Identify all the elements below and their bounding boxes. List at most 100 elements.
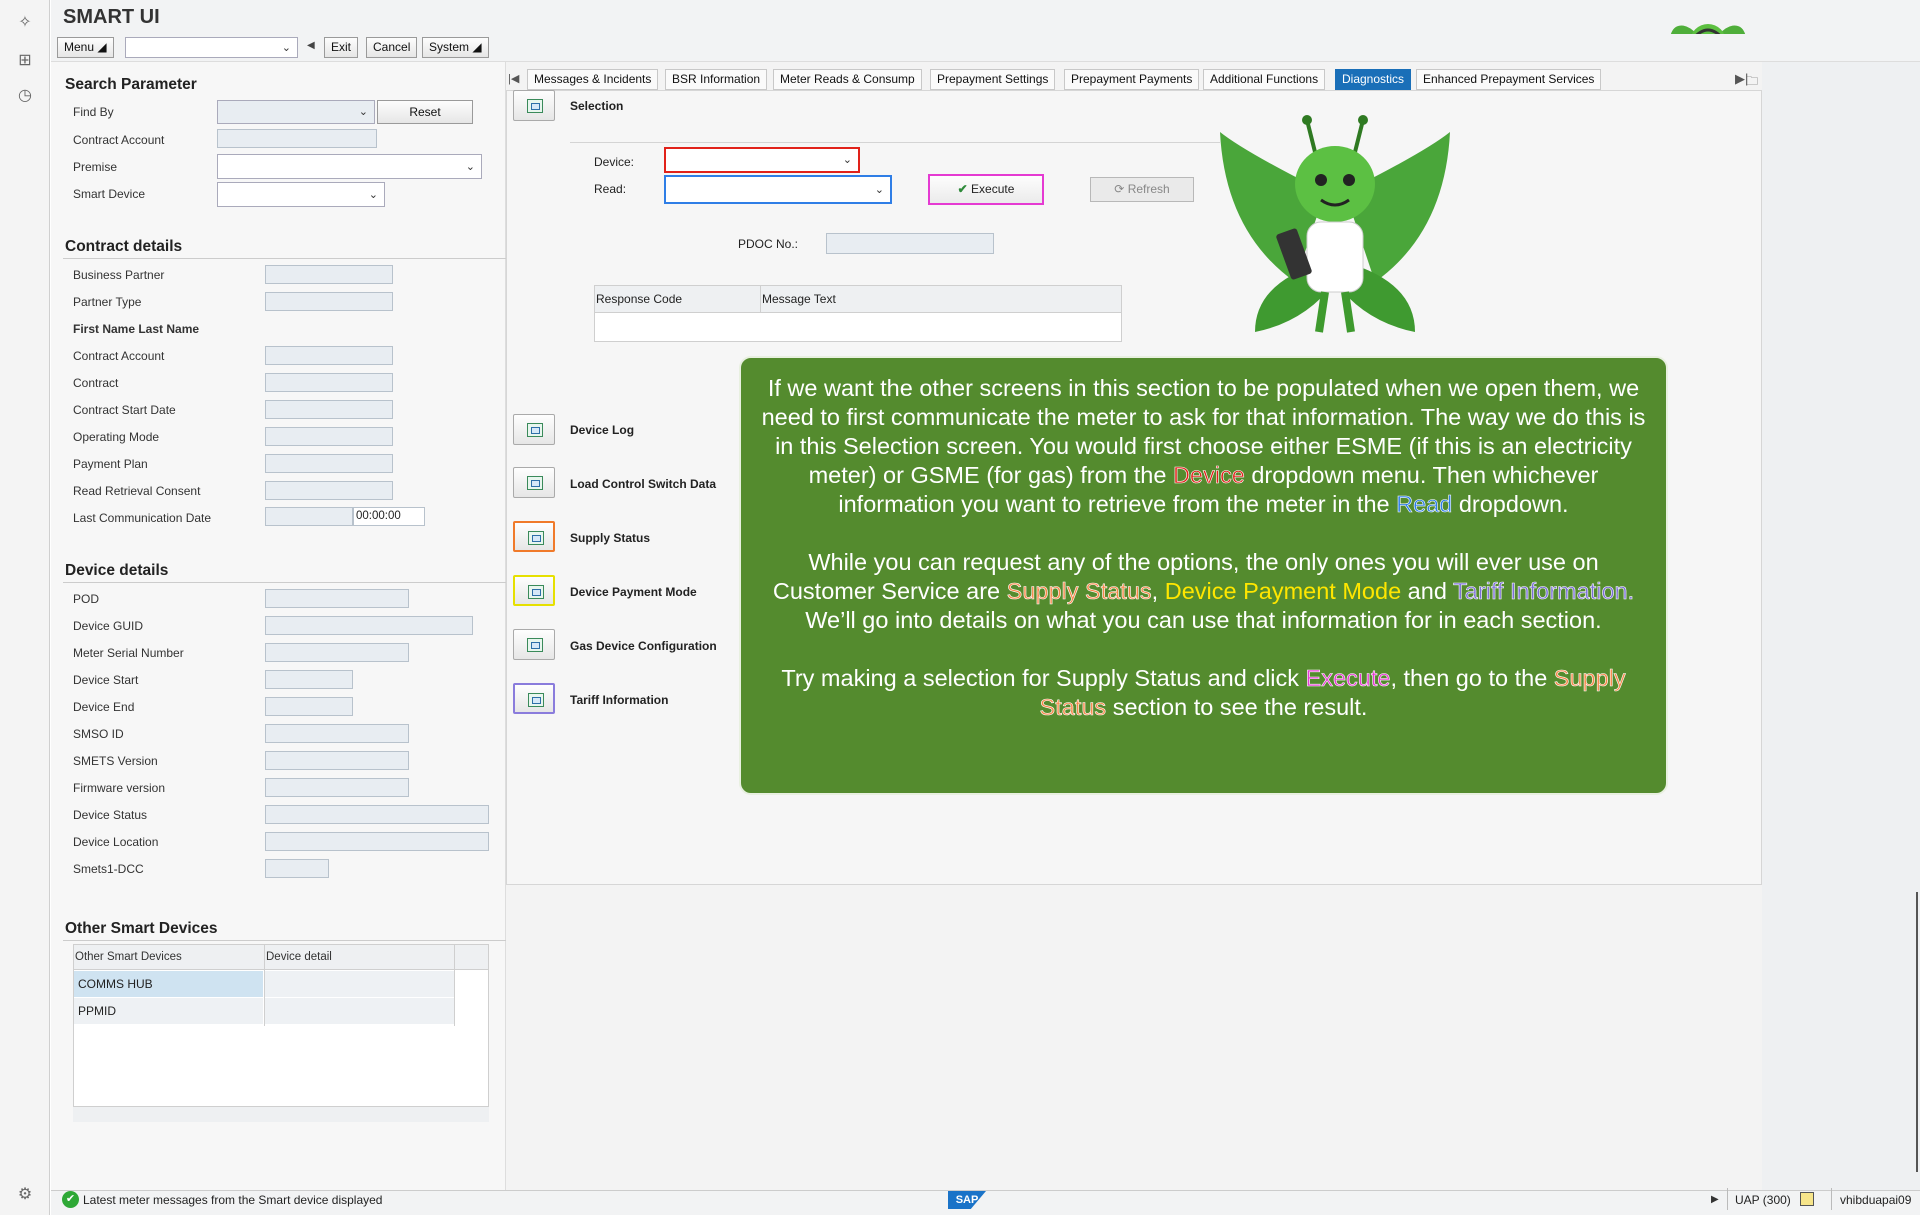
callout-paragraph-3: Try making a selection for Supply Status…: [755, 664, 1652, 722]
smart-device-select[interactable]: ⌄: [217, 182, 385, 207]
session-icon[interactable]: [1800, 1192, 1814, 1206]
device-location-field: [265, 832, 489, 851]
supply-status-label: Supply Status: [570, 531, 651, 545]
tab-diagnostics[interactable]: Diagnostics: [1335, 69, 1412, 90]
title-bar: [51, 0, 1920, 34]
settings-icon[interactable]: ⚙: [14, 1184, 36, 1206]
favorites-icon[interactable]: ✧: [14, 12, 36, 34]
divider: [63, 582, 506, 583]
chevron-down-icon: ⌄: [842, 153, 852, 166]
reset-button[interactable]: Reset: [377, 100, 473, 124]
user-id: vhibduapai09: [1840, 1193, 1912, 1207]
table-footer: [73, 1106, 489, 1122]
tariff-information-label: Tariff Information: [570, 693, 669, 707]
device-start-field: [265, 670, 353, 689]
contract-field: [265, 373, 393, 392]
callout-read-highlight: Read: [1396, 491, 1453, 518]
callout-text: We’ll go into details on what you can us…: [805, 607, 1602, 633]
last-comm-date-field: [265, 507, 353, 526]
mascot-image: [1220, 115, 1450, 333]
side-rail: ✧ ⊞ ◷ ⚙: [0, 0, 50, 1215]
back-arrow-icon[interactable]: ◀: [307, 40, 315, 51]
contract-start-label: Contract Start Date: [73, 403, 176, 417]
device-heading: Device details: [65, 562, 169, 579]
find-by-label: Find By: [73, 105, 114, 119]
supply-status-button[interactable]: [513, 521, 555, 552]
premise-select[interactable]: ⌄: [217, 154, 482, 179]
selection-nav-button[interactable]: [513, 90, 555, 121]
smso-label: SMSO ID: [73, 727, 124, 741]
device-guid-field: [265, 616, 473, 635]
divider: [1831, 1188, 1832, 1210]
table-cell[interactable]: [265, 971, 454, 997]
callout-device-highlight: Device: [1172, 462, 1245, 489]
screen-icon: [527, 476, 543, 490]
chevron-down-icon: ⌄: [358, 105, 368, 118]
tab-enhanced-prepayment-services[interactable]: Enhanced Prepayment Services: [1416, 69, 1602, 90]
hierarchy-icon[interactable]: ⊞: [14, 50, 36, 72]
cancel-button[interactable]: Cancel: [366, 37, 418, 58]
success-icon: ✔: [62, 1191, 79, 1208]
smso-field: [265, 724, 409, 743]
system-info: UAP (300): [1735, 1193, 1791, 1207]
divider: [454, 944, 455, 1026]
refresh-button[interactable]: ⟳ Refresh: [1090, 177, 1194, 202]
device-log-button[interactable]: [513, 414, 555, 445]
gas-device-config-button[interactable]: [513, 629, 555, 660]
tariff-information-button[interactable]: [513, 683, 555, 714]
meter-serial-field: [265, 643, 409, 662]
col-other-devices: Other Smart Devices: [75, 951, 182, 963]
menu-button[interactable]: Menu ◢: [57, 37, 114, 58]
callout-text: section to see the result.: [1106, 694, 1368, 720]
tab-prepayment-settings[interactable]: Prepayment Settings: [930, 69, 1056, 90]
command-field[interactable]: ⌄: [125, 37, 298, 58]
contract-account-label-2: Contract Account: [73, 349, 165, 363]
scrollbar[interactable]: [1916, 892, 1918, 1172]
other-devices-heading: Other Smart Devices: [65, 920, 218, 937]
callout-supply-highlight: Supply Status: [1006, 578, 1152, 605]
partner-type-label: Partner Type: [73, 295, 142, 309]
device-payment-mode-button[interactable]: [513, 575, 555, 606]
tab-bsr-information[interactable]: BSR Information: [665, 69, 768, 90]
exit-button[interactable]: Exit: [324, 37, 359, 58]
refresh-icon: ⟳: [1114, 182, 1125, 196]
payment-plan-label: Payment Plan: [73, 457, 148, 471]
tab-prepayment-payments[interactable]: Prepayment Payments: [1064, 69, 1200, 90]
callout-paragraph-2: While you can request any of the options…: [755, 548, 1652, 635]
tab-first-icon[interactable]: |◀: [508, 72, 519, 85]
table-row[interactable]: PPMID: [74, 998, 263, 1024]
smets1-field: [265, 859, 329, 878]
device-end-label: Device End: [73, 700, 135, 714]
selection-heading: Selection: [570, 99, 624, 113]
last-comm-label: Last Communication Date: [73, 511, 212, 525]
chevron-down-icon: ⌄: [874, 183, 884, 196]
tab-meter-reads-consump[interactable]: Meter Reads & Consump: [773, 69, 922, 90]
read-select[interactable]: ⌄: [664, 175, 892, 204]
payment-plan-field: [265, 454, 393, 473]
table-cell[interactable]: [265, 998, 454, 1024]
tab-messages-incidents[interactable]: Messages & Incidents: [527, 69, 659, 90]
smart-device-label: Smart Device: [73, 187, 146, 201]
execute-button[interactable]: ✔ Execute: [928, 174, 1044, 205]
contract-start-field: [265, 400, 393, 419]
status-message: Latest meter messages from the Smart dev…: [83, 1193, 383, 1207]
callout-text: dropdown.: [1452, 491, 1569, 517]
device-start-label: Device Start: [73, 673, 139, 687]
divider: [63, 940, 506, 941]
status-expand-icon[interactable]: ▶: [1711, 1194, 1719, 1205]
device-location-label: Device Location: [73, 835, 159, 849]
history-icon[interactable]: ◷: [14, 85, 36, 107]
device-select[interactable]: ⌄: [664, 147, 860, 173]
system-button[interactable]: System ◢: [422, 37, 489, 58]
pdoc-field: [826, 233, 994, 254]
find-by-select[interactable]: ⌄: [217, 100, 375, 124]
table-row[interactable]: COMMS HUB: [74, 971, 263, 997]
load-control-button[interactable]: [513, 467, 555, 498]
contract-account-input[interactable]: [217, 129, 377, 148]
customer-name: First Name Last Name: [73, 322, 200, 336]
device-payment-mode-label: Device Payment Mode: [570, 585, 697, 599]
execute-label: Execute: [971, 182, 1015, 196]
tab-additional-functions[interactable]: Additional Functions: [1203, 69, 1326, 90]
contract-account-label: Contract Account: [73, 133, 165, 147]
smets-label: SMETS Version: [73, 754, 158, 768]
